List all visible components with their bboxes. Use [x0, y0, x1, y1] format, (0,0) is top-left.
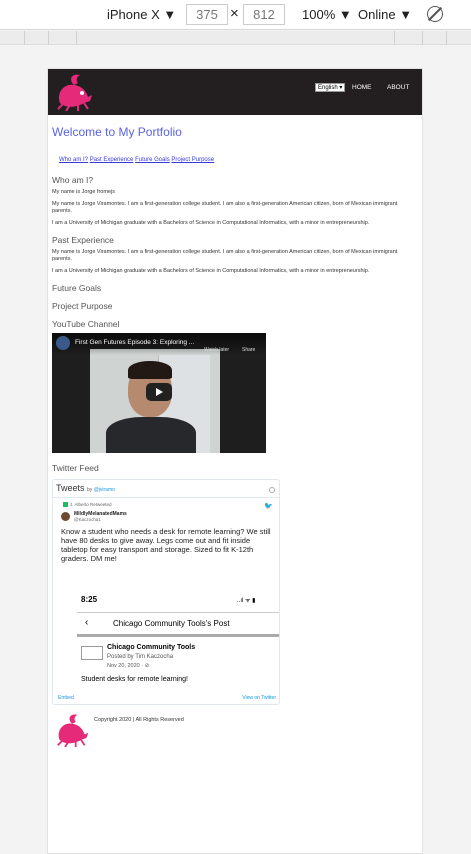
nav-about-link[interactable]: ABOUT [387, 84, 409, 91]
org-logo [81, 646, 103, 660]
org-name: Chicago Community Tools [107, 644, 196, 651]
nav-home-link[interactable]: HOME [352, 84, 372, 91]
scorpion-logo-icon [57, 74, 92, 111]
media-query-ruler[interactable] [0, 31, 471, 45]
timeline-owner-link[interactable]: @jviramo [94, 487, 115, 493]
retweet-icon [63, 502, 68, 508]
device-toolbar: iPhone X ▼ 375 × 812 100% ▼ Online ▼ [0, 0, 471, 30]
tweet-text: Know a student who needs a desk for remo… [61, 527, 271, 563]
copyright-text: Copyright 2020 | All Rights Reserved [94, 717, 184, 723]
who-paragraph-1: My name is Jorge fromejs [52, 189, 115, 195]
link-project-purpose[interactable]: Project Purpose [171, 157, 214, 163]
channel-avatar[interactable] [56, 336, 70, 350]
twitter-heading: Twitter Feed [52, 463, 99, 473]
embed-link[interactable]: Embed [58, 695, 74, 701]
height-input[interactable]: 812 [243, 4, 285, 25]
device-select[interactable]: iPhone X ▼ [107, 7, 176, 22]
section-links: Who am I? Past Experience Future Goals P… [59, 157, 418, 163]
past-heading: Past Experience [52, 235, 114, 245]
past-paragraph-1: My name is Jorge Viramontes. I am a firs… [52, 249, 398, 262]
who-heading: Who am I? [52, 175, 94, 185]
share-button[interactable]: Share [242, 347, 255, 353]
youtube-video-embed[interactable]: First Gen Futures Episode 3: Exploring .… [52, 333, 266, 453]
goals-heading: Future Goals [52, 283, 102, 293]
tweet[interactable]: J. Alberto Retweeted 🐦 MildlyMelanatedMa… [53, 497, 279, 698]
language-select[interactable]: English ▾ [315, 83, 346, 92]
link-future-goals[interactable]: Future Goals [135, 157, 170, 163]
width-input[interactable]: 375 [186, 4, 228, 25]
footer: Copyright 2020 | All Rights Reserved [52, 713, 418, 749]
network-select[interactable]: Online ▼ [358, 7, 412, 22]
play-icon[interactable] [146, 383, 172, 401]
twitter-bird-icon[interactable]: 🐦 [264, 502, 273, 510]
scorpion-logo-icon [57, 714, 89, 747]
avatar[interactable] [61, 512, 70, 521]
status-icons: ..ıl ᯤ ▮ [237, 598, 256, 604]
link-past-experience[interactable]: Past Experience [90, 157, 134, 163]
tweet-image[interactable]: 8:25 ..ıl ᯤ ▮ ‹ Chicago Community Tools'… [77, 588, 279, 698]
purpose-heading: Project Purpose [52, 301, 113, 311]
past-paragraph-2: I am a University of Michigan graduate w… [52, 268, 370, 274]
retweet-label: J. Alberto Retweeted [63, 502, 112, 508]
page-title: Welcome to My Portfolio [52, 125, 182, 139]
who-paragraph-3: I am a University of Michigan graduate w… [52, 220, 370, 226]
post-body: Student desks for remote learning! [81, 676, 189, 683]
link-who-am-i[interactable]: Who am I? [59, 157, 88, 163]
video-title[interactable]: First Gen Futures Episode 3: Exploring .… [75, 339, 194, 346]
post-title: Chicago Community Tools's Post [113, 619, 230, 628]
watch-later-button[interactable]: Watch later [204, 347, 229, 353]
info-icon[interactable] [269, 487, 275, 493]
tweets-header: Tweets by @jviramo [56, 483, 115, 493]
zoom-select[interactable]: 100% ▼ [302, 7, 352, 22]
youtube-heading: YouTube Channel [52, 319, 120, 329]
posted-by: Posted by Tim Kaczocha [107, 654, 174, 660]
view-on-twitter-link[interactable]: View on Twitter [242, 695, 276, 701]
post-date: Nov 20, 2020 · ⊘ [107, 663, 150, 669]
navbar: English ▾ HOME ABOUT [48, 69, 422, 115]
tweet-handle[interactable]: @Kaczocha1 [74, 517, 101, 522]
back-chevron-icon: ‹ [85, 617, 89, 628]
twitter-timeline: Tweets by @jviramo J. Alberto Retweeted … [52, 479, 280, 705]
dimension-separator: × [230, 5, 239, 22]
rotate-icon[interactable] [427, 6, 443, 22]
viewport: English ▾ HOME ABOUT Welcome to My Portf… [47, 68, 423, 854]
phone-time: 8:25 [81, 595, 98, 604]
who-paragraph-2: My name is Jorge Viramontes. I am a firs… [52, 201, 398, 214]
